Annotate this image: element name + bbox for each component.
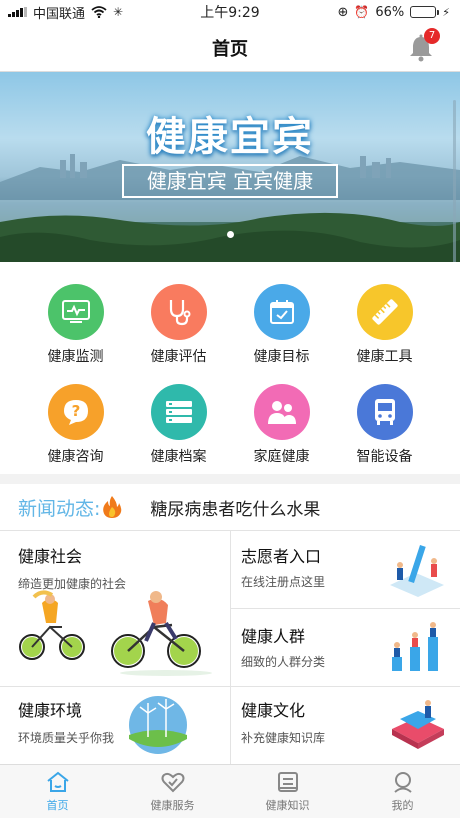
tab-health-knowledge[interactable]: 健康知识 xyxy=(230,765,345,818)
heart-icon xyxy=(161,772,184,793)
home-icon xyxy=(46,771,69,792)
card-subtitle: 细致的人群分类 xyxy=(241,655,326,669)
card-title: 健康环境 xyxy=(18,701,83,720)
volunteer-illustration xyxy=(390,545,444,597)
grid-circle xyxy=(47,284,104,340)
grid-circle xyxy=(253,284,310,340)
rotation-lock-icon: ⊕ xyxy=(337,4,349,20)
carousel-dot-active[interactable] xyxy=(227,231,234,238)
stethoscope-icon xyxy=(169,300,190,326)
books-illustration xyxy=(392,700,444,749)
tab-label: 健康知识 xyxy=(265,799,310,812)
tab-label: 健康服务 xyxy=(150,799,195,812)
tab-label: 首页 xyxy=(46,799,69,812)
ruler-icon xyxy=(371,299,398,325)
grid-circle xyxy=(356,284,413,340)
tab-label: 我的 xyxy=(391,799,414,812)
wifi-icon xyxy=(91,6,107,18)
feature-grid: 健康监测 健康评估 健康目标 健康工具 ? 健康咨询 健康档案 家庭健康 智能设… xyxy=(0,262,460,474)
book-icon xyxy=(277,772,298,792)
grid-item-health-assessment[interactable]: 健康评估 xyxy=(121,262,236,365)
page-title: 首页 xyxy=(212,38,248,60)
notification-badge: 7 xyxy=(424,28,440,44)
card-title: 健康人群 xyxy=(241,627,306,646)
family-icon xyxy=(267,401,296,424)
grid-item-smart-device[interactable]: 智能设备 xyxy=(327,362,442,465)
grid-label: 健康档案 xyxy=(150,449,207,465)
card-health-society[interactable]: 健康社会 缔造更加健康的社会 xyxy=(0,531,230,686)
status-right: ⊕ ⏰ 66% ⚡ xyxy=(338,5,460,20)
nav-bar: 首页 7 xyxy=(0,24,460,72)
grid-item-health-goal[interactable]: 健康目标 xyxy=(224,262,339,365)
card-title: 志愿者入口 xyxy=(241,547,322,566)
question-bubble-icon: ? xyxy=(63,400,88,425)
tab-home[interactable]: 首页 xyxy=(0,765,115,818)
tab-bar: 首页 健康服务 健康知识 我的 xyxy=(0,764,460,818)
grid-label: 智能设备 xyxy=(356,449,413,465)
device-icon xyxy=(374,399,395,425)
card-title: 健康社会 xyxy=(18,547,83,566)
tab-profile[interactable]: 我的 xyxy=(345,765,460,818)
carrier-label: 中国联通 xyxy=(33,6,86,22)
banner-subtitle: 健康宜宾 宜宾健康 xyxy=(122,164,338,198)
status-bar: 中国联通 ✳ 上午9:29 ⊕ ⏰ 66% ⚡ xyxy=(0,0,460,24)
news-label: 新闻动态: xyxy=(18,497,101,520)
card-subtitle: 环境质量关乎你我 xyxy=(18,731,115,745)
grid-item-health-consult[interactable]: ? 健康咨询 xyxy=(18,362,133,465)
crowd-illustration xyxy=(392,622,438,671)
activity-icon: ✳ xyxy=(113,5,124,19)
card-health-culture[interactable]: 健康文化 补充健康知识库 xyxy=(231,687,460,765)
cyclists-illustration xyxy=(19,590,212,676)
monitor-icon xyxy=(61,300,90,323)
grid-circle: ? xyxy=(47,384,104,440)
card-volunteer[interactable]: 志愿者入口 在线注册点这里 xyxy=(231,531,460,608)
grid-item-health-records[interactable]: 健康档案 xyxy=(121,362,236,465)
card-subtitle: 补充健康知识库 xyxy=(241,731,326,745)
calendar-icon xyxy=(269,300,294,324)
news-bar[interactable]: 新闻动态: 糖尿病患者吃什么水果 xyxy=(0,484,460,530)
battery-icon xyxy=(410,6,440,18)
profile-icon xyxy=(393,772,412,793)
banner-carousel[interactable]: 健康宜宾 健康宜宾 宜宾健康 xyxy=(0,72,460,262)
grid-circle xyxy=(253,384,310,440)
tab-health-service[interactable]: 健康服务 xyxy=(115,765,230,818)
grid-item-family-health[interactable]: 家庭健康 xyxy=(224,362,339,465)
grid-circle xyxy=(150,384,207,440)
signal-icon xyxy=(8,7,27,17)
alarm-icon: ⏰ xyxy=(354,5,370,19)
svg-text:?: ? xyxy=(71,402,80,420)
charging-icon: ⚡ xyxy=(442,5,450,19)
grid-label: 家庭健康 xyxy=(253,449,310,465)
wind-turbine-illustration xyxy=(129,696,187,754)
grid-circle xyxy=(356,384,413,440)
fire-icon xyxy=(103,496,122,518)
status-left: 中国联通 ✳ xyxy=(0,3,338,22)
grid-item-health-monitoring[interactable]: 健康监测 xyxy=(18,262,133,365)
grid-label: 健康咨询 xyxy=(47,449,104,465)
card-subtitle: 在线注册点这里 xyxy=(241,575,326,589)
grid-circle xyxy=(150,284,207,340)
card-health-crowd[interactable]: 健康人群 细致的人群分类 xyxy=(231,609,460,686)
news-headline[interactable]: 糖尿病患者吃什么水果 xyxy=(150,495,320,520)
card-health-environment[interactable]: 健康环境 环境质量关乎你我 xyxy=(0,687,230,765)
grid-item-health-tools[interactable]: 健康工具 xyxy=(327,262,442,365)
feature-cards: 健康社会 缔造更加健康的社会 志愿者入口 在线注册点这里 健康人群 细致的人群分… xyxy=(0,530,460,765)
card-title: 健康文化 xyxy=(241,701,306,720)
list-icon xyxy=(165,401,192,423)
battery-percent: 66% xyxy=(375,4,405,20)
banner-title: 健康宜宾 xyxy=(146,114,314,160)
